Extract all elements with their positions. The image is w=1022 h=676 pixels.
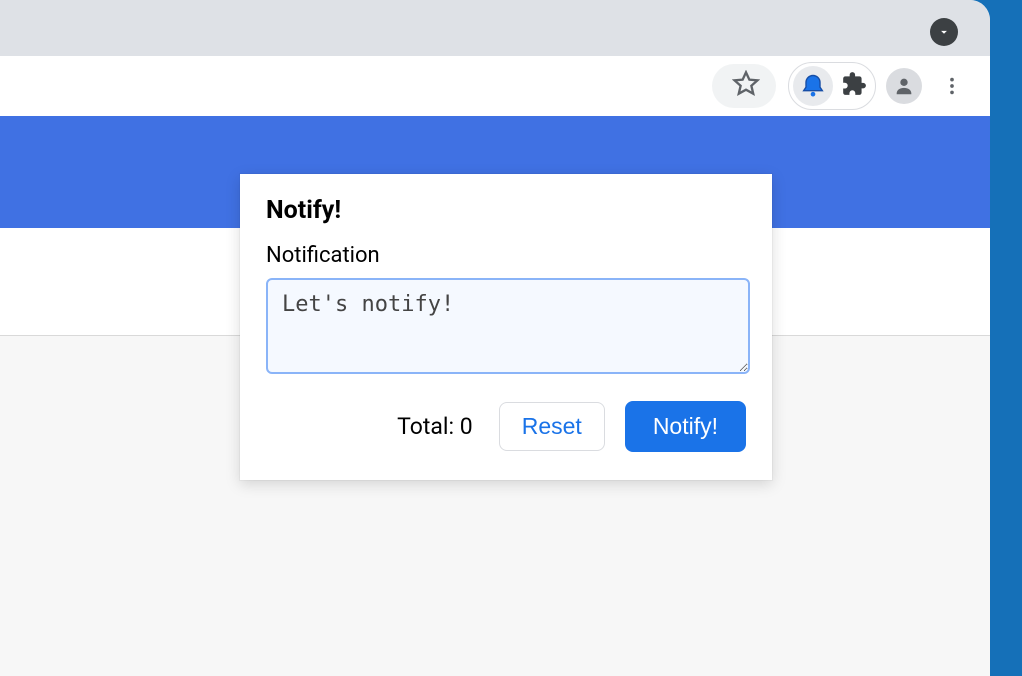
extension-popup: Notify! Notification Total: 0 Reset Noti… <box>240 174 772 480</box>
popup-actions: Total: 0 Reset Notify! <box>266 401 746 452</box>
profile-icon <box>886 68 922 104</box>
reset-button[interactable]: Reset <box>499 402 605 451</box>
window-dropdown-button[interactable] <box>930 18 958 46</box>
profile-button[interactable] <box>884 66 924 106</box>
total-count: Total: 0 <box>397 413 473 440</box>
notify-button[interactable]: Notify! <box>625 401 746 452</box>
extensions-icon[interactable] <box>841 71 867 101</box>
menu-icon <box>941 75 963 97</box>
bell-icon <box>799 72 827 100</box>
extension-pill <box>788 62 876 110</box>
omnibox-actions <box>712 64 776 108</box>
popup-title: Notify! <box>266 196 746 225</box>
overflow-menu-button[interactable] <box>932 66 972 106</box>
notification-label: Notification <box>266 243 746 268</box>
chevron-down-icon <box>937 25 951 39</box>
notification-input[interactable] <box>266 278 750 374</box>
browser-toolbar <box>0 56 990 116</box>
tab-strip <box>0 0 990 56</box>
star-icon[interactable] <box>732 70 760 102</box>
notify-extension-button[interactable] <box>793 66 833 106</box>
